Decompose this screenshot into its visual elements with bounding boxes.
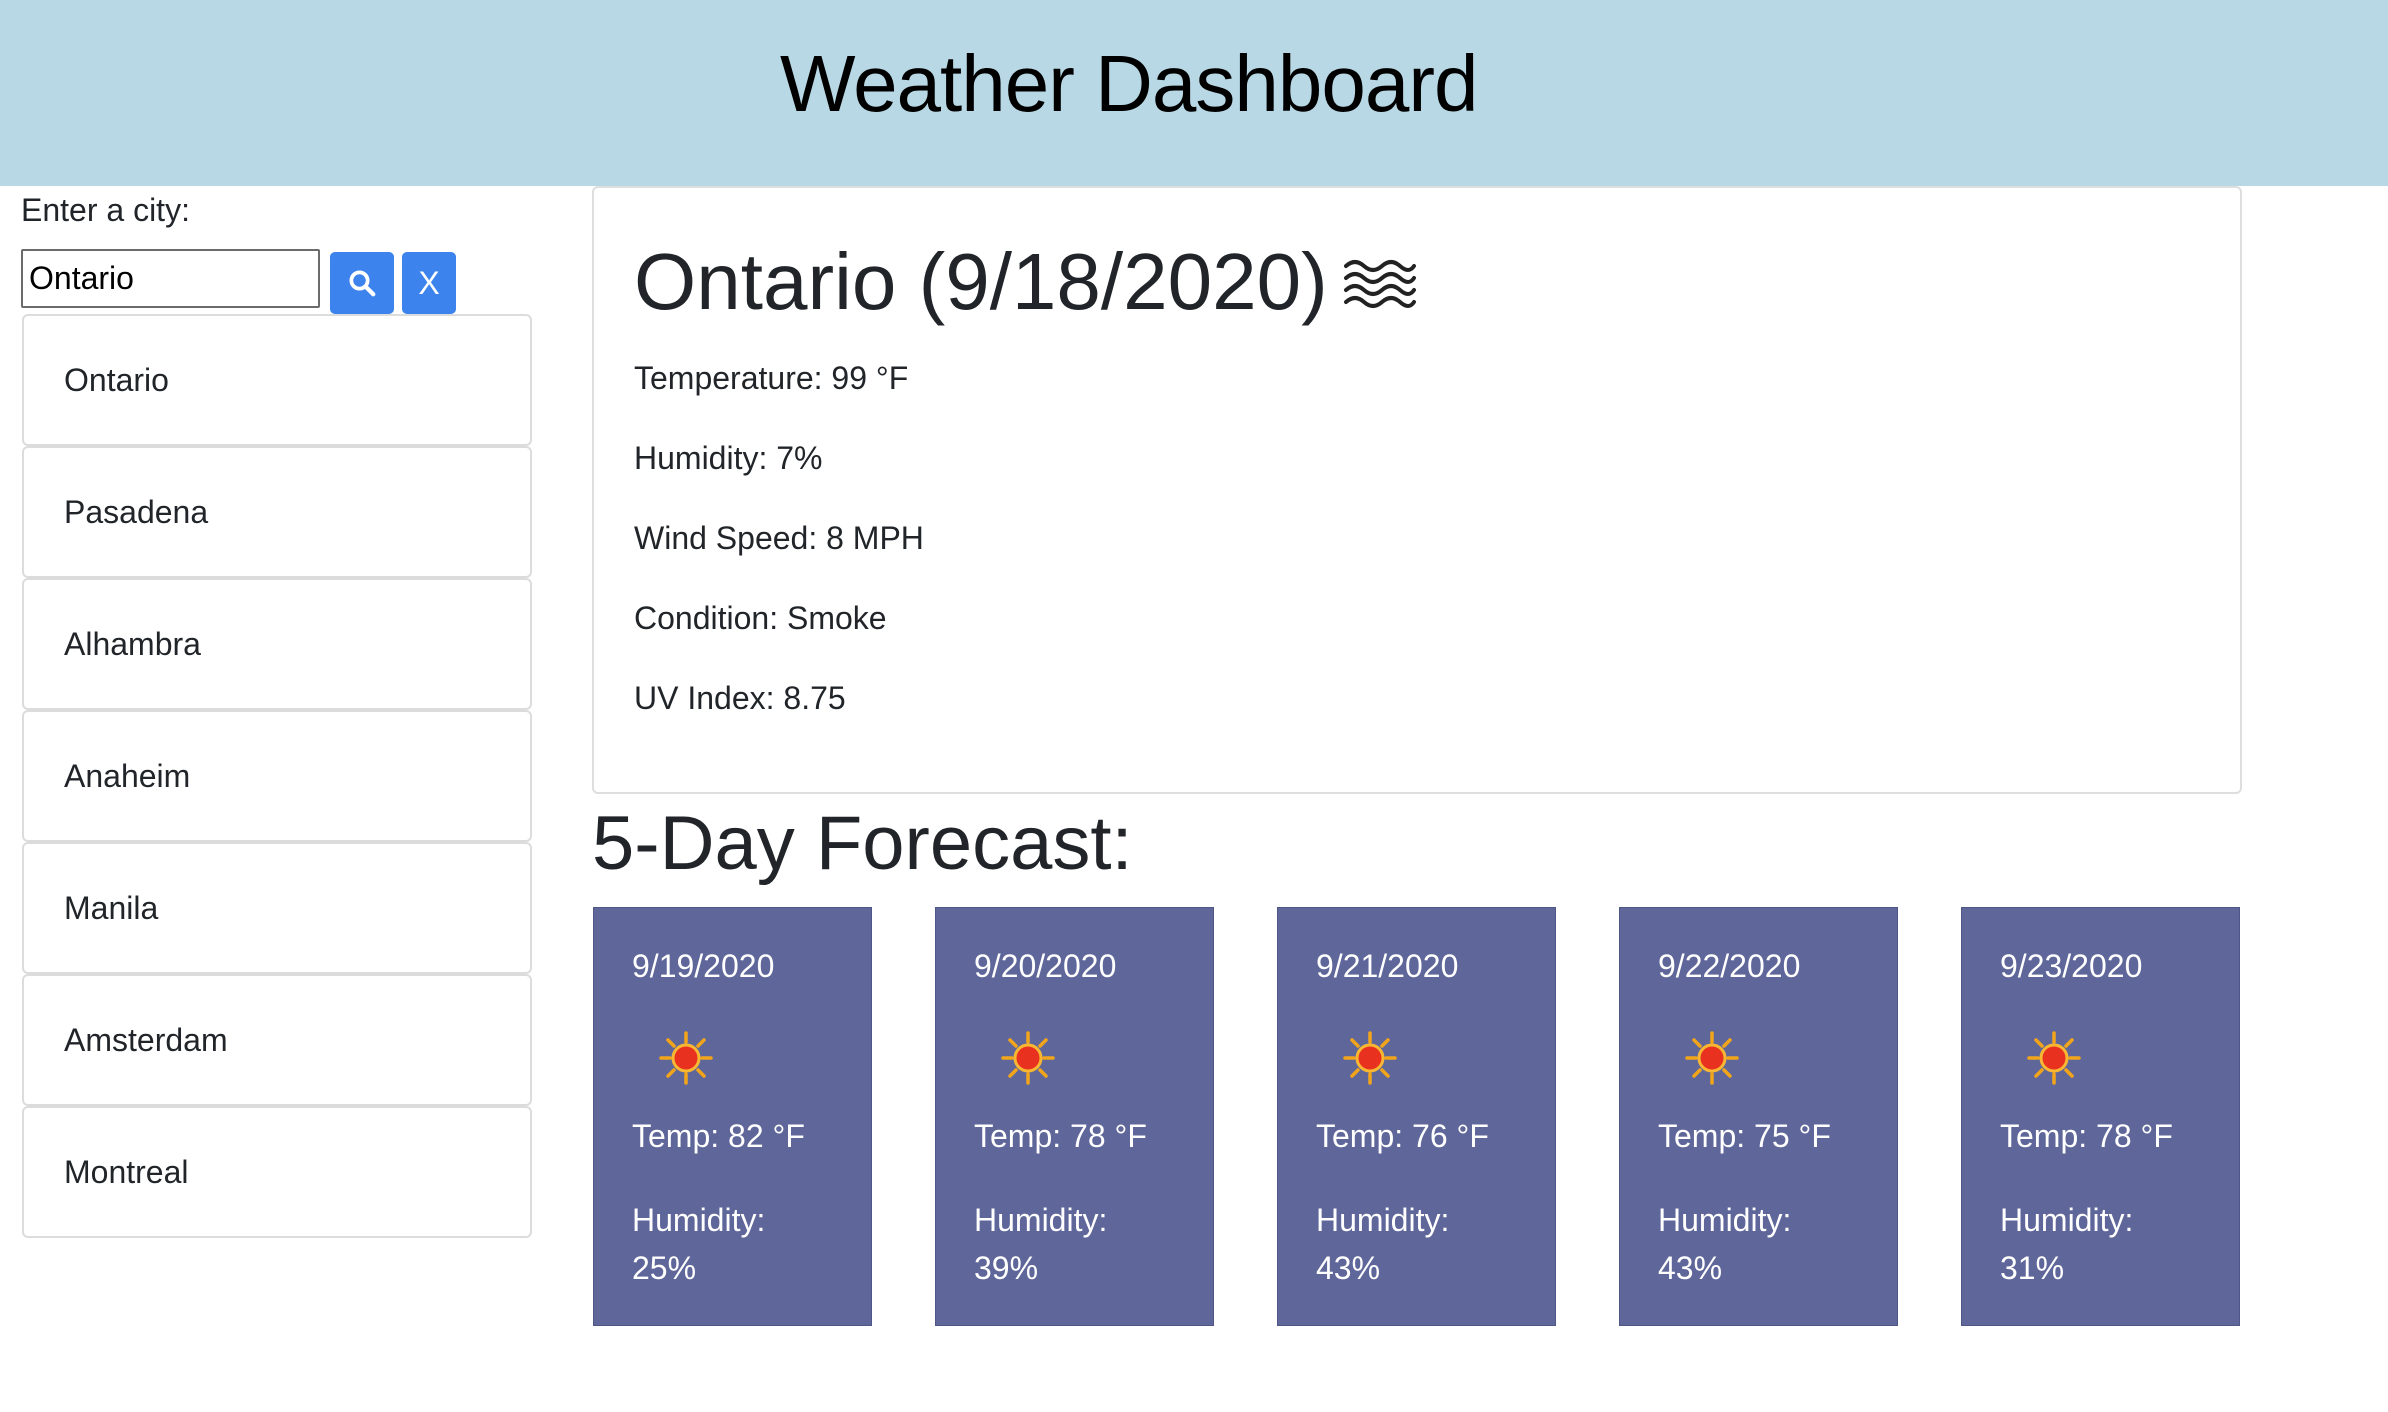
- forecast-humidity-value: 43%: [1316, 1250, 1381, 1286]
- forecast-date: 9/23/2020: [2000, 948, 2143, 984]
- forecast-humidity: Humidity: 31%: [2000, 1196, 2220, 1292]
- sun-icon: [659, 1031, 713, 1085]
- current-temperature: Temperature: 99 °F: [634, 360, 909, 396]
- search-icon: [349, 270, 376, 297]
- history-item-pasadena[interactable]: Pasadena: [22, 446, 532, 578]
- forecast-temp: Temp: 78 °F: [2000, 1118, 2173, 1154]
- forecast-humidity-label: Humidity:: [1658, 1202, 1792, 1238]
- forecast-row: 9/19/2020 Temp: 82 °F Humidity: 25% 9/20…: [593, 907, 2243, 1327]
- forecast-humidity-value: 25%: [632, 1250, 697, 1286]
- forecast-humidity: Humidity: 25%: [632, 1196, 852, 1292]
- sun-icon: [1001, 1031, 1055, 1085]
- forecast-card: 9/23/2020 Temp: 78 °F Humidity: 31%: [1961, 907, 2240, 1326]
- forecast-humidity: Humidity: 43%: [1658, 1196, 1878, 1292]
- forecast-humidity-label: Humidity:: [2000, 1202, 2134, 1238]
- forecast-card: 9/20/2020 Temp: 78 °F Humidity: 39%: [935, 907, 1214, 1326]
- history-item-anaheim[interactable]: Anaheim: [22, 710, 532, 842]
- current-condition: Condition: Smoke: [634, 600, 887, 636]
- weather-dashboard-app: Weather Dashboard Enter a city: X Ontari…: [0, 0, 2388, 1412]
- current-weather-card: Ontario (9/18/2020) Temperature: 99 °F H…: [592, 186, 2242, 794]
- forecast-humidity-label: Humidity:: [632, 1202, 766, 1238]
- forecast-humidity: Humidity: 43%: [1316, 1196, 1536, 1292]
- forecast-temp: Temp: 76 °F: [1316, 1118, 1489, 1154]
- history-item-amsterdam[interactable]: Amsterdam: [22, 974, 532, 1106]
- search-history-list: Ontario Pasadena Alhambra Anaheim Manila…: [22, 314, 532, 1238]
- current-uv-index: UV Index: 8.75: [634, 680, 846, 716]
- forecast-date: 9/21/2020: [1316, 948, 1459, 984]
- forecast-humidity-value: 31%: [2000, 1250, 2065, 1286]
- city-search-input[interactable]: [21, 249, 320, 308]
- forecast-humidity-label: Humidity:: [974, 1202, 1108, 1238]
- history-item-ontario[interactable]: Ontario: [22, 314, 532, 446]
- forecast-card: 9/19/2020 Temp: 82 °F Humidity: 25%: [593, 907, 872, 1326]
- clear-button[interactable]: X: [402, 252, 456, 314]
- forecast-humidity-value: 43%: [1658, 1250, 1723, 1286]
- forecast-title: 5-Day Forecast:: [592, 801, 1133, 886]
- forecast-humidity: Humidity: 39%: [974, 1196, 1194, 1292]
- forecast-temp: Temp: 75 °F: [1658, 1118, 1831, 1154]
- forecast-date: 9/19/2020: [632, 948, 775, 984]
- page-header: Weather Dashboard: [0, 0, 2388, 186]
- history-item-alhambra[interactable]: Alhambra: [22, 578, 532, 710]
- forecast-card: 9/21/2020 Temp: 76 °F Humidity: 43%: [1277, 907, 1556, 1326]
- forecast-temp: Temp: 78 °F: [974, 1118, 1147, 1154]
- current-city-date: Ontario (9/18/2020): [634, 237, 1328, 326]
- forecast-date: 9/20/2020: [974, 948, 1117, 984]
- smoke-haze-icon: [1343, 260, 1416, 308]
- search-button[interactable]: [330, 252, 394, 314]
- current-humidity: Humidity: 7%: [634, 440, 823, 476]
- search-label: Enter a city:: [21, 192, 190, 228]
- forecast-card: 9/22/2020 Temp: 75 °F Humidity: 43%: [1619, 907, 1898, 1326]
- sun-icon: [1343, 1031, 1397, 1085]
- forecast-humidity-value: 39%: [974, 1250, 1039, 1286]
- current-wind-speed: Wind Speed: 8 MPH: [634, 520, 924, 556]
- history-item-manila[interactable]: Manila: [22, 842, 532, 974]
- sun-icon: [1685, 1031, 1739, 1085]
- current-weather-title: Ontario (9/18/2020): [634, 234, 1418, 330]
- forecast-temp: Temp: 82 °F: [632, 1118, 805, 1154]
- forecast-humidity-label: Humidity:: [1316, 1202, 1450, 1238]
- sun-icon: [2027, 1031, 2081, 1085]
- forecast-date: 9/22/2020: [1658, 948, 1801, 984]
- page-title: Weather Dashboard: [780, 39, 1478, 128]
- history-item-montreal[interactable]: Montreal: [22, 1106, 532, 1238]
